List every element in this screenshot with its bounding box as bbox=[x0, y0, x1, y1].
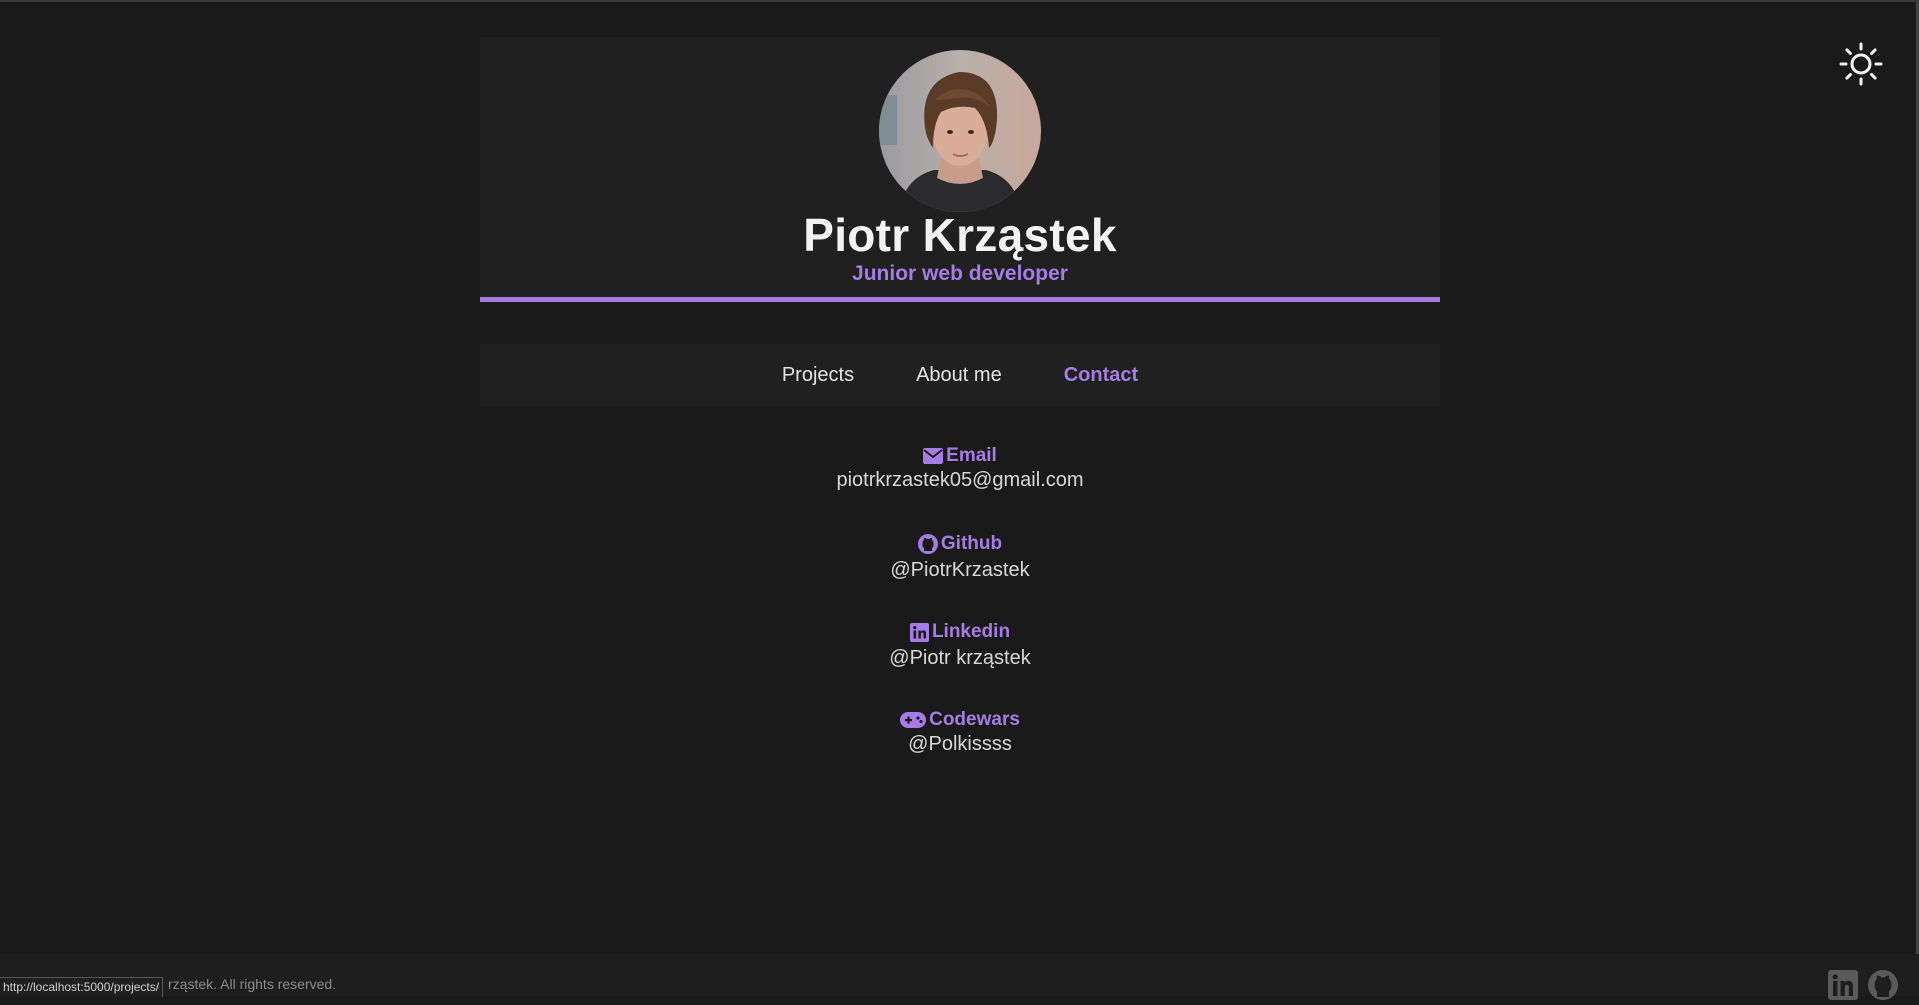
contact-codewars-link[interactable]: Codewars bbox=[900, 707, 1020, 733]
profile-name: Piotr Krząstek bbox=[803, 209, 1117, 261]
window-top-border bbox=[0, 0, 1919, 2]
main-nav: Projects About me Contact bbox=[480, 344, 1440, 407]
contact-linkedin-value: @Piotr krząstek bbox=[889, 646, 1031, 669]
contact-item-codewars: Codewars @Polkissss bbox=[480, 707, 1440, 795]
contact-github-value: @PiotrKrzastek bbox=[890, 559, 1030, 581]
contact-item-email: Email piotrkrzastek05@gmail.com bbox=[480, 443, 1440, 531]
contact-github-label: Github bbox=[940, 533, 1003, 554]
contact-email-link[interactable]: Email bbox=[923, 443, 997, 469]
nav-item-about-me[interactable]: About me bbox=[916, 364, 1002, 387]
theme-toggle-button[interactable] bbox=[1838, 41, 1884, 87]
nav-item-projects[interactable]: Projects bbox=[782, 364, 854, 387]
sun-icon bbox=[1839, 42, 1883, 86]
github-icon bbox=[917, 534, 938, 554]
browser-status-url: http://localhost:5000/projects/ bbox=[0, 977, 164, 997]
contact-email-value: piotrkrzastek05@gmail.com bbox=[836, 469, 1084, 491]
nav-item-contact[interactable]: Contact bbox=[1064, 364, 1138, 387]
linkedin-icon bbox=[909, 622, 929, 642]
page-footer: rząstek. All rights reserved. bbox=[0, 954, 1919, 996]
avatar-photo bbox=[879, 50, 1041, 212]
contact-codewars-label: Codewars bbox=[929, 709, 1020, 730]
profile-role: Junior web developer bbox=[852, 262, 1068, 285]
envelope-icon bbox=[923, 448, 944, 464]
footer-copyright: rząstek. All rights reserved. bbox=[168, 976, 337, 992]
contact-item-github: Github @PiotrKrzastek bbox=[480, 531, 1440, 619]
contact-linkedin-label: Linkedin bbox=[931, 621, 1011, 642]
contact-github-link[interactable]: Github bbox=[917, 531, 1003, 557]
contact-list: Email piotrkrzastek05@gmail.com Github @… bbox=[480, 443, 1440, 795]
avatar bbox=[879, 50, 1041, 212]
gamepad-icon bbox=[900, 712, 927, 728]
contact-linkedin-link[interactable]: Linkedin bbox=[909, 619, 1011, 645]
profile-header: Piotr Krząstek Junior web developer bbox=[480, 37, 1440, 302]
contact-codewars-value: @Polkissss bbox=[908, 733, 1012, 755]
contact-email-label: Email bbox=[946, 445, 997, 466]
contact-item-linkedin: Linkedin @Piotr krząstek bbox=[480, 619, 1440, 707]
